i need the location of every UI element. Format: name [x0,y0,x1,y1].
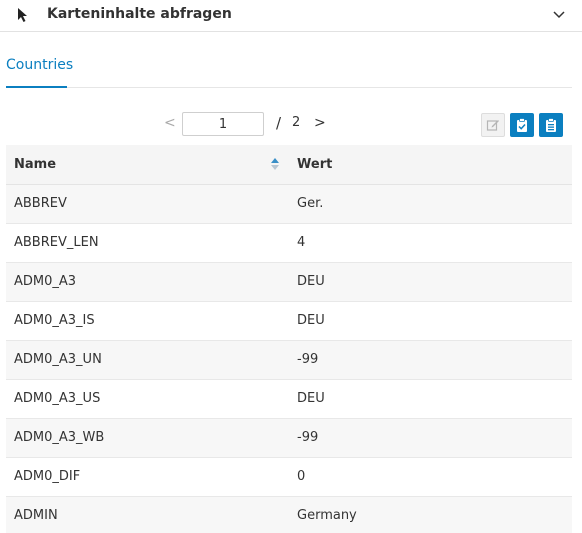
attribute-table: Name Wert ABBREV Ger. ABBREV_LEN 4 ADM0_… [6,145,572,533]
cell-value: Ger. [289,184,572,224]
sort-icon[interactable] [270,157,280,171]
panel-title: Karteninhalte abfragen [47,6,232,22]
column-header-value-label: Wert [297,156,333,172]
table-row[interactable]: ADM0_A3_UN -99 [6,340,572,380]
edit-icon [486,120,499,131]
table-row[interactable]: ADM0_A3_WB -99 [6,418,572,458]
cell-name: ADM0_DIF [6,457,289,497]
cursor-pointer-icon [18,8,27,22]
table-row[interactable]: ADM0_A3_IS DEU [6,301,572,341]
column-header-name-label: Name [14,156,57,172]
cell-name: ADM0_A3_US [6,379,289,419]
copy-all-button[interactable] [539,113,563,137]
table-header-row: Name Wert [6,145,572,185]
cell-value: -99 [289,418,572,458]
column-header-value[interactable]: Wert [289,145,572,185]
cell-name: ADMIN [6,496,289,533]
cell-name: ADM0_A3 [6,262,289,302]
previous-page-button[interactable]: < [164,115,176,131]
cell-value: -99 [289,340,572,380]
cell-value: Germany [289,496,572,533]
page-number-input[interactable] [182,112,264,136]
cell-value: DEU [289,301,572,341]
cell-name: ABBREV_LEN [6,223,289,263]
chevron-down-icon[interactable] [552,9,566,21]
cell-value: 4 [289,223,572,263]
cell-name: ADM0_A3_UN [6,340,289,380]
page-separator: / [276,114,282,132]
copy-selected-button[interactable] [510,113,534,137]
table-row[interactable]: ADM0_DIF 0 [6,457,572,497]
cell-value: DEU [289,262,572,302]
cell-name: ADM0_A3_IS [6,301,289,341]
table-row[interactable]: ADM0_A3_US DEU [6,379,572,419]
clipboard-check-icon [517,117,527,132]
cell-value: 0 [289,457,572,497]
clipboard-list-icon [546,117,556,132]
table-row[interactable]: ABBREV_LEN 4 [6,223,572,263]
table-row[interactable]: ADM0_A3 DEU [6,262,572,302]
next-page-button[interactable]: > [314,115,326,131]
cell-value: DEU [289,379,572,419]
table-row[interactable]: ADMIN Germany [6,496,572,533]
tab-countries[interactable]: Countries [6,52,73,88]
column-header-name[interactable]: Name [6,145,289,185]
total-pages: 2 [292,115,301,130]
edit-button[interactable] [481,113,505,137]
panel-header[interactable]: Karteninhalte abfragen [0,0,582,32]
cell-name: ABBREV [6,184,289,224]
table-row[interactable]: ABBREV Ger. [6,184,572,224]
tab-bar: Countries [6,52,572,88]
cell-name: ADM0_A3_WB [6,418,289,458]
